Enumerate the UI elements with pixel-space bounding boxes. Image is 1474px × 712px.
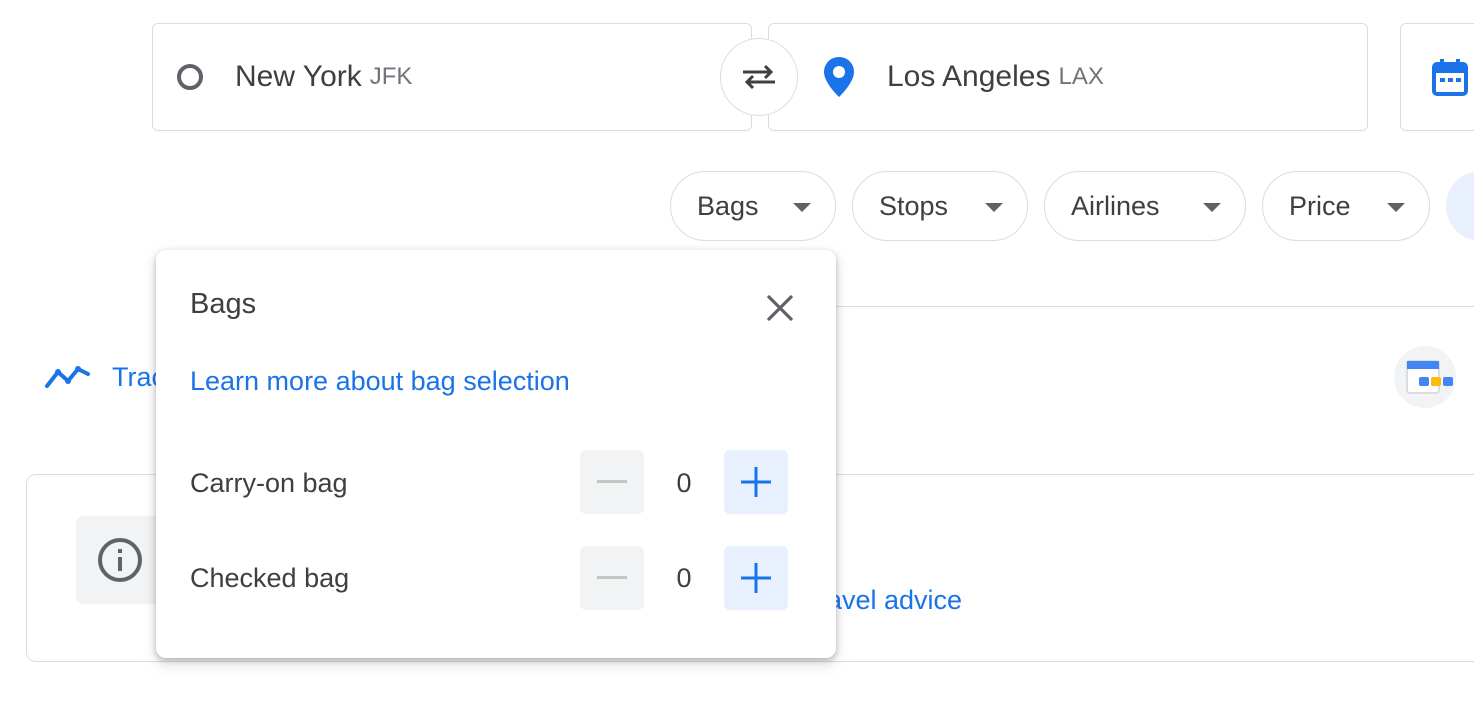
checked-bag-count: 0 (676, 563, 692, 593)
carry-on-increment-button[interactable] (724, 450, 788, 514)
bags-filter-chip[interactable]: Bags (670, 171, 836, 241)
location-pin-icon (824, 57, 854, 97)
carry-on-decrement-button[interactable] (580, 450, 644, 514)
bags-popup: Bags Learn more about bag selection Carr… (156, 250, 836, 658)
origin-code: JFK (369, 63, 413, 90)
popup-title: Bags (190, 288, 257, 320)
destination-code: LAX (1058, 63, 1104, 90)
checked-bag-increment-button[interactable] (724, 546, 788, 610)
info-icon-box (76, 516, 166, 604)
divider (836, 306, 1474, 307)
origin-city: New York (235, 60, 362, 93)
travel-advice-link[interactable]: ravel advice (818, 585, 962, 616)
departure-date-field[interactable] (1400, 23, 1474, 131)
chip-label: Price (1289, 190, 1351, 221)
info-icon (98, 538, 142, 582)
carry-on-count: 0 (676, 468, 692, 498)
origin-circle-icon (177, 64, 203, 90)
minus-icon (597, 576, 627, 579)
more-filters-chip[interactable] (1446, 171, 1474, 241)
destination-city: Los Angeles (887, 60, 1051, 93)
plus-icon (741, 467, 771, 497)
minus-icon (597, 480, 627, 483)
swap-icon (743, 64, 775, 90)
close-button[interactable] (758, 286, 802, 330)
plus-icon (741, 563, 771, 593)
calendar-icon (1432, 59, 1468, 96)
chevron-down-icon (1203, 203, 1221, 212)
origin-field[interactable]: New York JFK (152, 23, 752, 131)
carry-on-label: Carry-on bag (190, 468, 348, 498)
date-grid-button[interactable] (1394, 346, 1456, 408)
chip-label: Stops (879, 190, 949, 221)
airlines-filter-chip[interactable]: Airlines (1044, 171, 1246, 241)
swap-button[interactable] (720, 38, 798, 116)
checked-bag-decrement-button[interactable] (580, 546, 644, 610)
chip-label: Bags (697, 190, 759, 221)
chevron-down-icon (1387, 203, 1405, 212)
close-icon (766, 294, 794, 322)
chip-label: Airlines (1071, 190, 1160, 221)
price-filter-chip[interactable]: Price (1262, 171, 1430, 241)
checked-bag-label: Checked bag (190, 563, 350, 593)
destination-field[interactable]: Los Angeles LAX (768, 23, 1368, 131)
chevron-down-icon (985, 203, 1003, 212)
stops-filter-chip[interactable]: Stops (852, 171, 1028, 241)
chevron-down-icon (793, 203, 811, 212)
learn-more-bags-link[interactable]: Learn more about bag selection (190, 366, 570, 397)
trend-icon (45, 366, 90, 388)
date-grid-icon (1406, 360, 1453, 394)
